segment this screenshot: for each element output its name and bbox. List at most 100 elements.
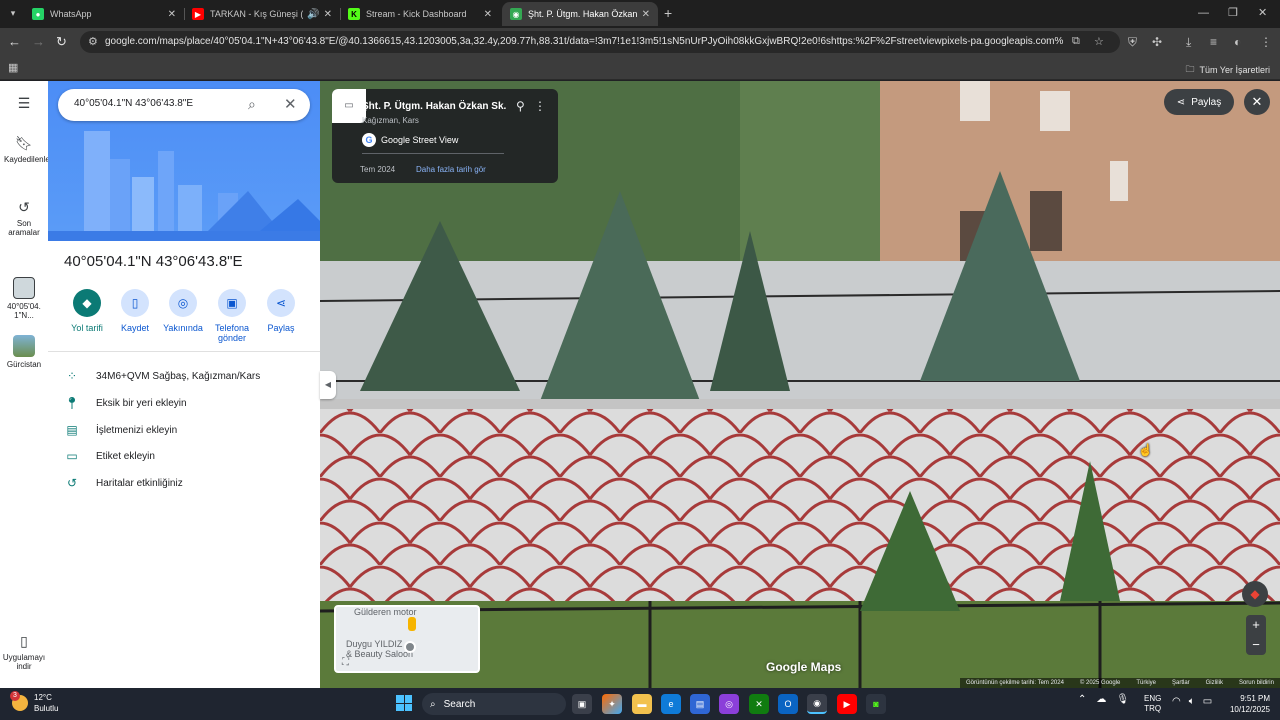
chrome-icon[interactable]: ◉ bbox=[807, 694, 827, 714]
onedrive-icon[interactable]: ☁ bbox=[1096, 694, 1106, 705]
tab-search-icon[interactable]: ▾ bbox=[6, 6, 20, 20]
chevron-up-icon[interactable]: ⌃ bbox=[1078, 694, 1086, 705]
close-tab-icon[interactable]: ✕ bbox=[484, 9, 492, 20]
store-icon[interactable]: ▤ bbox=[690, 694, 710, 714]
rail-recent[interactable]: ↺ Son aramalar bbox=[0, 199, 48, 237]
nearby-button[interactable]: ◎ Yakınında bbox=[160, 289, 206, 333]
site-info-icon[interactable]: ⚙ bbox=[88, 35, 98, 48]
weather-widget[interactable]: 3 12°C Bulutlu bbox=[10, 691, 58, 714]
rail-saved[interactable]: 🔖︎ Kaydedilenler bbox=[0, 135, 52, 164]
speaker-icon[interactable]: 🔊 bbox=[307, 9, 319, 20]
close-street-view-button[interactable]: ✕ bbox=[1244, 89, 1270, 115]
add-missing-place-row[interactable]: 📍︎ Eksik bir yeri ekleyin bbox=[64, 396, 314, 410]
terms-link[interactable]: Şartlar bbox=[1172, 680, 1190, 686]
file-explorer-icon[interactable]: ▬ bbox=[632, 694, 652, 714]
address-bar[interactable]: ⚙ google.com/maps/place/40°05'04.1"N+43°… bbox=[80, 31, 1120, 53]
back-icon[interactable]: ← bbox=[8, 35, 21, 49]
share-button[interactable]: ⋖ Paylaş bbox=[258, 289, 304, 333]
apps-grid-icon[interactable]: ▦ bbox=[8, 61, 18, 74]
minimize-icon[interactable]: — bbox=[1198, 6, 1209, 20]
save-button[interactable]: ▯ Kaydet bbox=[112, 289, 158, 333]
restore-icon[interactable]: ❐ bbox=[1228, 6, 1238, 20]
extensions-icon[interactable]: ✣ bbox=[1152, 35, 1162, 49]
add-label-row[interactable]: ▭ Etiket ekleyin bbox=[64, 449, 314, 463]
kick-app-icon[interactable]: ◙ bbox=[866, 694, 886, 714]
edge-icon[interactable]: e bbox=[661, 694, 681, 714]
phone-icon: ▯ bbox=[20, 633, 28, 649]
install-app-icon[interactable]: ⧉ bbox=[1072, 35, 1080, 48]
compass-icon[interactable]: ◆ bbox=[1242, 581, 1268, 607]
xbox-icon[interactable]: ✕ bbox=[749, 694, 769, 714]
search-box: ⌕ ✕ bbox=[58, 89, 310, 121]
rail-get-app[interactable]: ▯ Uygulamayı indir bbox=[0, 633, 48, 671]
expand-icon[interactable]: ⛶ bbox=[342, 657, 349, 668]
zoom-out-button[interactable]: − bbox=[1246, 635, 1266, 655]
close-window-icon[interactable]: ✕ bbox=[1258, 6, 1267, 20]
clock[interactable]: 9:51 PM 10/12/2025 bbox=[1222, 693, 1270, 715]
collapse-panel-button[interactable]: ◀ bbox=[320, 371, 336, 399]
send-to-phone-button[interactable]: ▣ Telefona gönder bbox=[209, 289, 255, 343]
shield-extension-icon[interactable]: ⛨ bbox=[1128, 35, 1137, 49]
close-icon[interactable]: ✕ bbox=[284, 95, 297, 113]
new-tab-icon[interactable]: + bbox=[664, 6, 672, 20]
privacy-link[interactable]: Gizlilik bbox=[1206, 680, 1223, 686]
media-controls-icon[interactable]: ≡ bbox=[1210, 35, 1217, 49]
youtube-icon[interactable]: ▶ bbox=[837, 694, 857, 714]
maps-activity-row[interactable]: ↺ Haritalar etkinliğiniz bbox=[64, 476, 314, 490]
hero-illustration: ⌕ ✕ bbox=[48, 81, 320, 241]
see-more-dates-link[interactable]: Daha fazla tarih gör bbox=[416, 165, 486, 174]
outlook-icon[interactable]: O bbox=[778, 694, 798, 714]
share-button[interactable]: ⋖ Paylaş bbox=[1164, 89, 1234, 115]
forward-icon[interactable]: → bbox=[32, 35, 45, 49]
browser-menu-icon[interactable]: ⋮ bbox=[1260, 35, 1272, 49]
bookmark-icon: 🔖︎ bbox=[15, 135, 33, 151]
rail-recent-coords[interactable]: 40°05'04.1"N... bbox=[0, 277, 48, 320]
tab-maps[interactable]: ◉ Şht. P. Ütgm. Hakan Özkan Sk. ✕ bbox=[502, 2, 658, 26]
all-bookmarks-button[interactable]: 🗀 Tüm Yer İşaretleri bbox=[1185, 62, 1270, 78]
directions-button[interactable]: ◆ Yol tarifi bbox=[64, 289, 110, 333]
quick-settings[interactable]: ◠ 🔈︎ ▭ bbox=[1172, 696, 1212, 707]
tab-whatsapp[interactable]: ● WhatsApp ✕ bbox=[24, 2, 184, 26]
action-label: Telefona gönder bbox=[214, 323, 250, 343]
task-view-icon[interactable]: ▣ bbox=[572, 694, 592, 714]
country-link[interactable]: Türkiye bbox=[1136, 680, 1156, 686]
photo-app-icon[interactable]: ◎ bbox=[719, 694, 739, 714]
taskbar-search[interactable]: ⌕ Search bbox=[422, 693, 566, 715]
profile-avatar-icon[interactable]: ◐ bbox=[1234, 35, 1241, 49]
row-text: Eksik bir yeri ekleyin bbox=[96, 397, 187, 409]
street-view-panorama[interactable]: ▭ Şht. P. Ütgm. Hakan Özkan Sk. Kağızman… bbox=[320, 81, 1280, 688]
tab-youtube[interactable]: ▶ TARKAN - Kış Güneşi (Offici 🔊 ✕ bbox=[184, 2, 340, 26]
label-icon: ▭ bbox=[66, 449, 78, 463]
kick-icon: K bbox=[348, 8, 360, 20]
rail-georgia[interactable]: Gürcistan bbox=[0, 335, 48, 369]
add-business-row[interactable]: ▤ İşletmenizi ekleyin bbox=[64, 423, 314, 437]
close-tab-icon[interactable]: ✕ bbox=[324, 9, 332, 20]
start-button[interactable] bbox=[396, 695, 412, 711]
download-icon[interactable]: ⤓ bbox=[1186, 35, 1191, 49]
windows-taskbar: 3 12°C Bulutlu ⌕ Search ▣ ✦ ▬ e ▤ ◎ ✕ O … bbox=[0, 688, 1280, 720]
input-language[interactable]: ENG TRQ bbox=[1144, 694, 1161, 714]
date: 10/12/2025 bbox=[1229, 705, 1270, 714]
pegman-icon[interactable] bbox=[408, 617, 416, 631]
menu-button[interactable]: ☰ bbox=[0, 95, 48, 115]
plus-code-row[interactable]: ⁘ 34M6+QVM Sağbaş, Kağızman/Kars bbox=[64, 369, 314, 383]
reload-icon[interactable]: ↻ bbox=[56, 35, 67, 49]
all-bookmarks-label: Tüm Yer İşaretleri bbox=[1199, 65, 1270, 75]
close-tab-icon[interactable]: ✕ bbox=[642, 9, 650, 20]
search-input[interactable] bbox=[74, 98, 224, 109]
history-icon: ↺ bbox=[18, 199, 30, 215]
location-pin-icon[interactable]: ⚲ bbox=[516, 99, 525, 113]
report-link[interactable]: Sorun bildirin bbox=[1239, 680, 1274, 686]
keyboard-icon[interactable]: ▭ bbox=[332, 89, 366, 123]
capture-date: Tem 2024 bbox=[360, 165, 396, 174]
tab-kick[interactable]: K Stream - Kick Dashboard ✕ bbox=[340, 2, 500, 26]
more-options-icon[interactable]: ⋮ bbox=[534, 99, 546, 113]
zoom-in-button[interactable]: + bbox=[1246, 615, 1266, 635]
close-tab-icon[interactable]: ✕ bbox=[168, 9, 176, 20]
copilot-icon[interactable]: ✦ bbox=[602, 694, 622, 714]
microphone-icon[interactable]: 🎙︎ bbox=[1116, 694, 1129, 705]
bookmark-star-icon[interactable]: ☆ bbox=[1094, 35, 1104, 48]
bookmark-icon: ▯ bbox=[121, 289, 149, 317]
search-icon[interactable]: ⌕ bbox=[248, 96, 256, 113]
mini-map[interactable]: Gülderen motor Duygu YILDIZ & Beauty Sal… bbox=[334, 605, 480, 673]
